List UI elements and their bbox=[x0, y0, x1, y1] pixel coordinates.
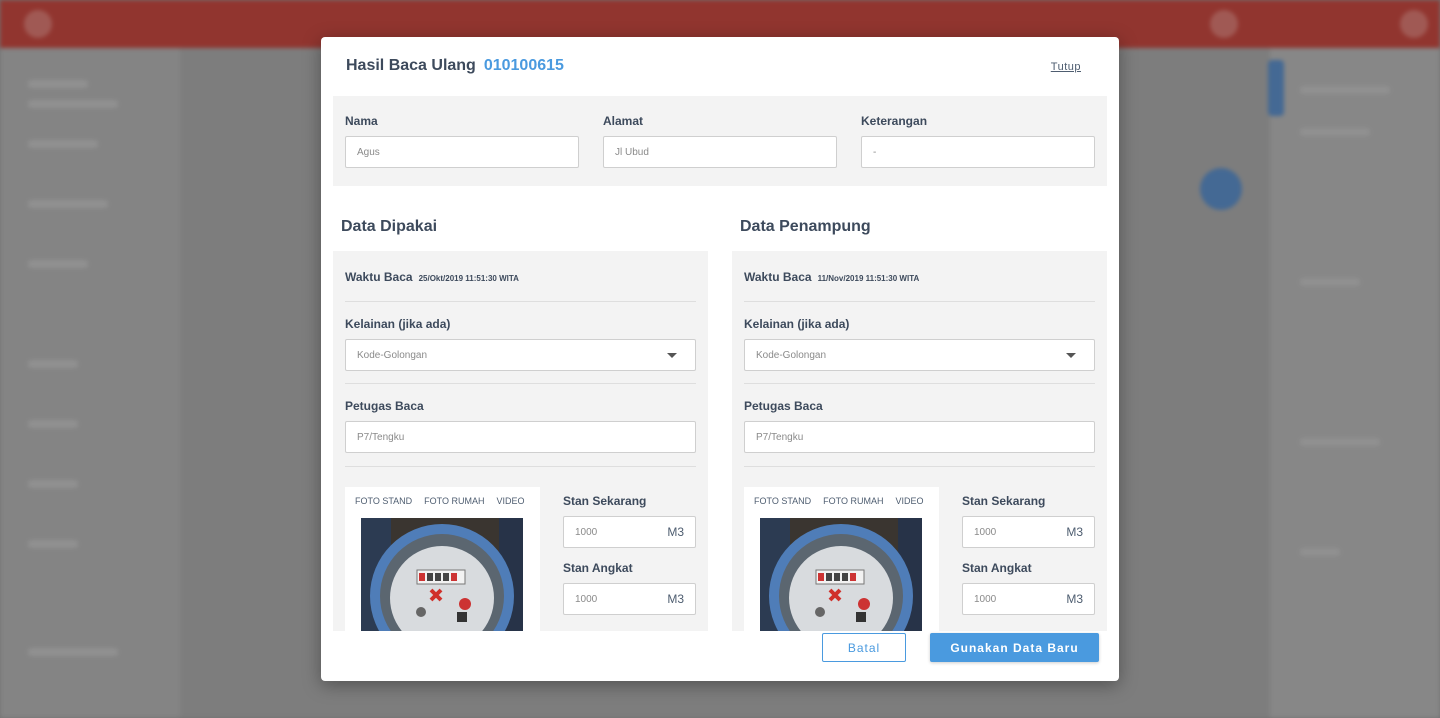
petugas-input[interactable]: P7/Tengku bbox=[744, 421, 1095, 453]
stan-sekarang-label: Stan Sekarang bbox=[563, 494, 647, 508]
stan-angkat-value: 1000 bbox=[575, 594, 598, 605]
meter-photo[interactable] bbox=[361, 518, 523, 631]
nama-field-group: Nama bbox=[345, 114, 579, 168]
modal-title: Hasil Baca Ulang 010100615 bbox=[346, 57, 564, 75]
alamat-label: Alamat bbox=[603, 114, 644, 128]
divider bbox=[345, 383, 696, 384]
keterangan-label: Keterangan bbox=[861, 114, 928, 128]
petugas-input[interactable]: P7/Tengku bbox=[345, 421, 696, 453]
use-new-data-button[interactable]: Gunakan Data Baru bbox=[930, 633, 1099, 662]
unit-label: M3 bbox=[1066, 592, 1083, 606]
petugas-label: Petugas Baca bbox=[345, 399, 424, 413]
data-dipakai-panel: Waktu Baca 25/Okt/2019 11:51:30 WITA Kela… bbox=[333, 251, 708, 631]
customer-code: 010100615 bbox=[483, 57, 564, 74]
media-tabs: FOTO STAND FOTO RUMAH VIDEO bbox=[355, 496, 537, 506]
unit-label: M3 bbox=[667, 592, 684, 606]
tab-foto-rumah[interactable]: FOTO RUMAH bbox=[823, 496, 883, 506]
meter-photo[interactable] bbox=[760, 518, 922, 631]
unit-label: M3 bbox=[667, 525, 684, 539]
waktu-baca: Waktu Baca 11/Nov/2019 11:51:30 WITA bbox=[744, 270, 919, 284]
kelainan-select-value: Kode-Golongan bbox=[357, 350, 428, 361]
divider bbox=[744, 301, 1095, 302]
stan-sekarang-input[interactable]: 1000 M3 bbox=[563, 516, 696, 548]
chevron-down-icon bbox=[667, 353, 677, 358]
waktu-baca: Waktu Baca 25/Okt/2019 11:51:30 WITA bbox=[345, 270, 519, 284]
waktu-baca-value: 25/Okt/2019 11:51:30 WITA bbox=[418, 274, 519, 283]
data-penampung-title: Data Penampung bbox=[740, 218, 871, 235]
stan-angkat-input[interactable]: 1000 M3 bbox=[563, 583, 696, 615]
petugas-label: Petugas Baca bbox=[744, 399, 823, 413]
close-link[interactable]: Tutup bbox=[1051, 61, 1081, 73]
keterangan-field-group: Keterangan bbox=[861, 114, 1095, 168]
nama-input[interactable] bbox=[345, 136, 579, 168]
stan-angkat-label: Stan Angkat bbox=[962, 561, 1032, 575]
tab-foto-rumah[interactable]: FOTO RUMAH bbox=[424, 496, 484, 506]
tab-foto-stand[interactable]: FOTO STAND bbox=[754, 496, 811, 506]
keterangan-input[interactable] bbox=[861, 136, 1095, 168]
stan-angkat-input[interactable]: 1000 M3 bbox=[962, 583, 1095, 615]
customer-info-panel: Nama Alamat Keterangan bbox=[333, 96, 1107, 186]
media-tabs: FOTO STAND FOTO RUMAH VIDEO bbox=[754, 496, 936, 506]
kelainan-select[interactable]: Kode-Golongan bbox=[744, 339, 1095, 371]
kelainan-select-value: Kode-Golongan bbox=[756, 350, 827, 361]
kelainan-select[interactable]: Kode-Golongan bbox=[345, 339, 696, 371]
media-card: FOTO STAND FOTO RUMAH VIDEO bbox=[744, 487, 939, 631]
divider bbox=[744, 383, 1095, 384]
stan-sekarang-input[interactable]: 1000 M3 bbox=[962, 516, 1095, 548]
stan-angkat-value: 1000 bbox=[974, 594, 997, 605]
unit-label: M3 bbox=[1066, 525, 1083, 539]
media-card: FOTO STAND FOTO RUMAH VIDEO bbox=[345, 487, 540, 631]
cancel-button[interactable]: Batal bbox=[822, 633, 906, 662]
stan-angkat-label: Stan Angkat bbox=[563, 561, 633, 575]
data-penampung-panel: Waktu Baca 11/Nov/2019 11:51:30 WITA Kela… bbox=[732, 251, 1107, 631]
modal-title-text: Hasil Baca Ulang bbox=[346, 57, 476, 74]
divider bbox=[345, 301, 696, 302]
waktu-baca-label: Waktu Baca bbox=[744, 270, 812, 284]
tab-video[interactable]: VIDEO bbox=[896, 496, 924, 506]
waktu-baca-value: 11/Nov/2019 11:51:30 WITA bbox=[817, 274, 920, 283]
kelainan-label: Kelainan (jika ada) bbox=[345, 317, 451, 331]
alamat-input[interactable] bbox=[603, 136, 837, 168]
divider bbox=[744, 466, 1095, 467]
data-dipakai-title: Data Dipakai bbox=[341, 218, 438, 235]
chevron-down-icon bbox=[1066, 353, 1076, 358]
reread-result-modal: Hasil Baca Ulang 010100615 Tutup Nama Ala… bbox=[321, 37, 1119, 681]
stan-sekarang-label: Stan Sekarang bbox=[962, 494, 1046, 508]
waktu-baca-label: Waktu Baca bbox=[345, 270, 413, 284]
tab-video[interactable]: VIDEO bbox=[497, 496, 525, 506]
divider bbox=[345, 466, 696, 467]
stan-sekarang-value: 1000 bbox=[575, 527, 598, 538]
alamat-field-group: Alamat bbox=[603, 114, 837, 168]
tab-foto-stand[interactable]: FOTO STAND bbox=[355, 496, 412, 506]
stan-sekarang-value: 1000 bbox=[974, 527, 997, 538]
kelainan-label: Kelainan (jika ada) bbox=[744, 317, 850, 331]
nama-label: Nama bbox=[345, 114, 378, 128]
